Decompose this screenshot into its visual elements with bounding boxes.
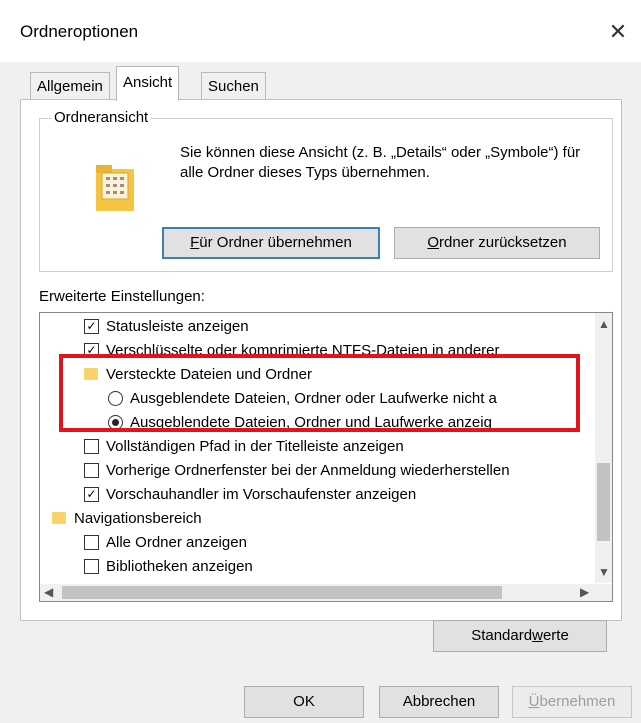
tree-item-restore-windows[interactable]: Vorherige Ordnerfenster bei der Anmeldun… [40,459,580,483]
tree-item-status-bar[interactable]: ✓ Statusleiste anzeigen [40,315,580,339]
item-label: Alle Ordner anzeigen [106,534,247,551]
advanced-settings-label: Erweiterte Einstellungen: [39,288,205,305]
button-text: rdner zurücksetzen [439,234,567,251]
checkbox[interactable]: ✓ [84,319,99,334]
tab-ansicht[interactable]: Ansicht [116,66,180,101]
reset-folders-button[interactable]: Ordner zurücksetzen [394,227,600,259]
window-title: Ordneroptionen [20,22,139,41]
tab-allgemein[interactable]: Allgemein [30,72,110,101]
button-text: ür Ordner übernehmen [199,234,352,251]
access-key: O [427,234,440,251]
button-text: bernehmen [539,693,616,710]
tab-label: Ansicht [123,74,173,91]
checkbox[interactable] [84,439,99,454]
button-text: erte [542,627,569,644]
button-text: Standard [471,627,533,644]
folder-icon [52,512,66,524]
red-highlight-box [59,354,580,432]
title-bar: Ordneroptionen ✕ [0,0,641,62]
item-label: Statusleiste anzeigen [106,318,249,335]
folder-views-group: Ordneransicht Sie können diese Ansicht (… [39,109,613,272]
checkbox[interactable] [84,535,99,550]
access-key: w [532,627,543,644]
apply-button[interactable]: Übernehmen [512,686,632,718]
restore-defaults-button[interactable]: Standardwerte [433,620,607,652]
button-text: OK [293,693,315,710]
close-icon[interactable]: ✕ [598,14,638,50]
horizontal-scrollbar[interactable]: ◀ ▶ [40,584,595,601]
scroll-left-icon[interactable]: ◀ [44,585,53,599]
scrollbar-corner [595,584,612,601]
tree-group-navigation: Navigationsbereich [40,507,580,531]
access-key: F [190,234,200,251]
item-label: Vollständigen Pfad in der Titelleiste an… [106,438,404,455]
horizontal-scroll-thumb[interactable] [62,586,502,599]
tab-suchen[interactable]: Suchen [201,72,266,101]
cancel-button[interactable]: Abbrechen [379,686,499,718]
tree-item-preview-handlers[interactable]: ✓ Vorschauhandler im Vorschaufenster anz… [40,483,580,507]
access-key: Ü [528,693,540,710]
tree-item-all-folders[interactable]: Alle Ordner anzeigen [40,531,580,555]
scroll-right-icon[interactable]: ▶ [580,585,589,599]
scroll-up-icon[interactable]: ▲ [598,317,610,331]
checkbox[interactable] [84,559,99,574]
tree-item-full-path[interactable]: Vollständigen Pfad in der Titelleiste an… [40,435,580,459]
tree-item-libraries[interactable]: Bibliotheken anzeigen [40,555,580,579]
item-label: Vorherige Ordnerfenster bei der Anmeldun… [106,462,510,479]
vertical-scrollbar[interactable]: ▲ ▼ [595,313,612,583]
button-text: Abbrechen [402,693,476,710]
checkbox[interactable] [84,463,99,478]
item-label: Bibliotheken anzeigen [106,558,253,575]
item-label: Vorschauhandler im Vorschaufenster anzei… [106,486,417,503]
ok-button[interactable]: OK [244,686,364,718]
tab-label: Suchen [208,78,259,95]
folder-view-icon [96,165,134,211]
group-label: Ordneransicht [52,109,151,126]
apply-to-folders-button[interactable]: Für Ordner übernehmen [162,227,380,259]
vertical-scroll-thumb[interactable] [597,463,610,541]
tab-label: Allgemein [37,78,103,95]
folder-views-description: Sie können diese Ansicht (z. B. „Details… [180,144,581,181]
checkbox[interactable]: ✓ [84,487,99,502]
scroll-down-icon[interactable]: ▼ [598,565,610,579]
item-label: Navigationsbereich [74,510,202,527]
